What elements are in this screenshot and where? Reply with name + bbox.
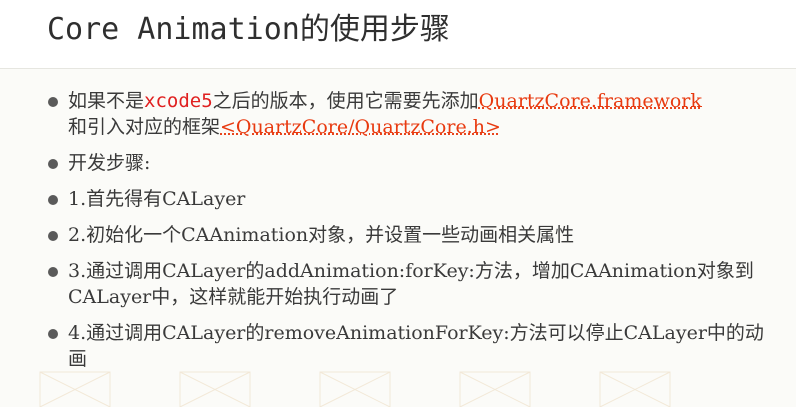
bullet-text: 之后的版本，使用它需要先添加: [212, 90, 479, 112]
bullet-text: 如果不是: [68, 90, 145, 112]
bullet-dot-icon: [48, 159, 58, 169]
bullet-text: 2.初始化一个CAAnimation对象，并设置一些动画相关属性: [68, 224, 575, 246]
bullet-dot-icon: [48, 97, 58, 107]
bullet-list: 如果不是xcode5之后的版本，使用它需要先添加QuartzCore.frame…: [48, 88, 768, 382]
bullet-dot-icon: [48, 267, 58, 277]
bullet-item: 开发步骤:: [48, 150, 768, 176]
title-bar: Core Animation的使用步骤: [0, 0, 796, 69]
slide-title-latin: Core Animation: [47, 12, 300, 47]
bullet-dot-icon: [48, 231, 58, 241]
slide-title-cjk: 的使用步骤: [299, 12, 450, 47]
decorative-pattern-icon: [39, 371, 671, 407]
bullet-item: 4.通过调用CALayer的removeAnimationForKey:方法可以…: [48, 320, 768, 372]
bullet-item: 2.初始化一个CAAnimation对象，并设置一些动画相关属性: [48, 222, 768, 248]
bullet-text: 1.首先得有CALayer: [68, 188, 246, 210]
header-link[interactable]: <QuartzCore/QuartzCore.h>: [220, 116, 501, 138]
bullet-dot-icon: [48, 195, 58, 205]
bullet-dot-icon: [48, 329, 58, 339]
bullet-item: 如果不是xcode5之后的版本，使用它需要先添加QuartzCore.frame…: [48, 88, 768, 140]
bullet-text: 4.通过调用CALayer的removeAnimationForKey:方法可以…: [68, 322, 764, 370]
slide-title: Core Animation的使用步骤: [47, 8, 450, 52]
bullet-text: 和引入对应的框架: [68, 116, 221, 138]
bullet-text: 开发步骤:: [68, 152, 151, 174]
slide: Core Animation的使用步骤 如果不是xcode5之后的版本，使用它需…: [0, 0, 796, 407]
bullet-text: 3.通过调用CALayer的addAnimation:forKey:方法，增加C…: [68, 260, 754, 308]
bullet-item: 3.通过调用CALayer的addAnimation:forKey:方法，增加C…: [48, 258, 768, 310]
framework-link[interactable]: QuartzCore.framework: [479, 90, 702, 112]
bullet-item: 1.首先得有CALayer: [48, 186, 768, 212]
code-text: xcode5: [144, 90, 213, 112]
